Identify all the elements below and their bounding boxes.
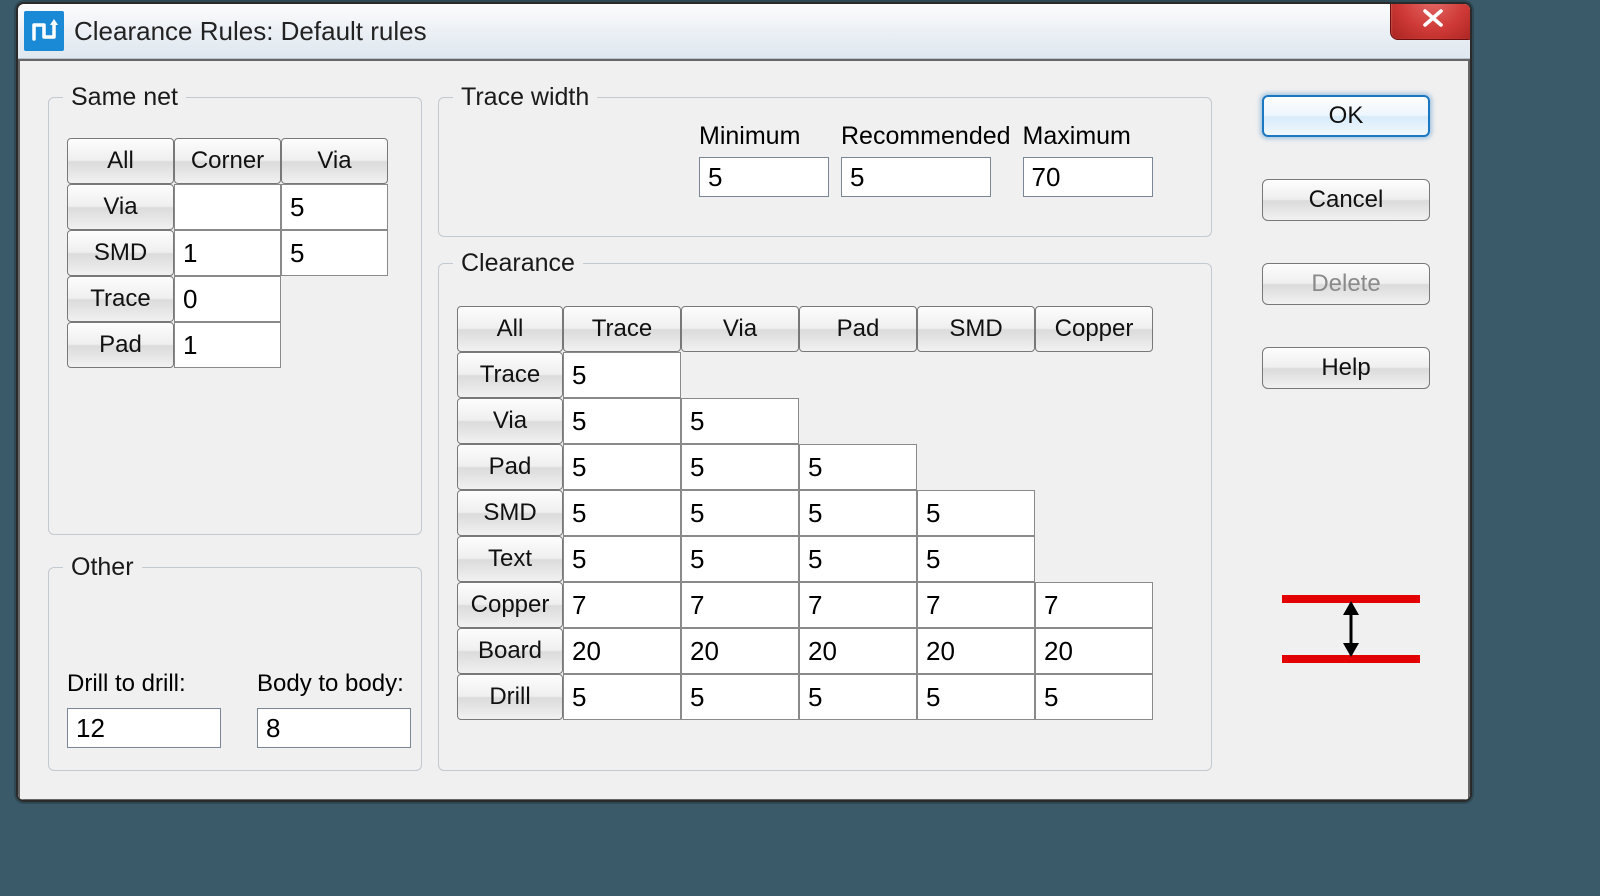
legend-clearance: Clearance bbox=[453, 249, 583, 278]
cl-text-1-input[interactable] bbox=[681, 536, 799, 582]
legend-other: Other bbox=[63, 553, 142, 582]
cl-text-3-input[interactable] bbox=[917, 536, 1035, 582]
cl-board-4-input[interactable] bbox=[1035, 628, 1153, 674]
cl-col-copper-button[interactable]: Copper bbox=[1035, 306, 1153, 352]
ok-button[interactable]: OK bbox=[1262, 95, 1430, 137]
samenet-all-button[interactable]: All bbox=[67, 138, 174, 184]
cl-col-all-button[interactable]: All bbox=[457, 306, 563, 352]
cl-smd-0-input[interactable] bbox=[563, 490, 681, 536]
drill-to-drill-input[interactable] bbox=[67, 708, 221, 748]
body-to-body-input[interactable] bbox=[257, 708, 411, 748]
samenet-trace-row-button[interactable]: Trace bbox=[67, 276, 174, 322]
tw-max-label: Maximum bbox=[1023, 122, 1131, 151]
cl-row-pad-button[interactable]: Pad bbox=[457, 444, 563, 490]
tw-rec-input[interactable] bbox=[841, 157, 991, 197]
tw-max-input[interactable] bbox=[1023, 157, 1153, 197]
samenet-smd-via-input[interactable] bbox=[281, 230, 388, 276]
samenet-via-corner-input[interactable] bbox=[174, 184, 281, 230]
cl-pad-0-input[interactable] bbox=[563, 444, 681, 490]
cl-board-2-input[interactable] bbox=[799, 628, 917, 674]
cl-smd-2-input[interactable] bbox=[799, 490, 917, 536]
samenet-trace-corner-input[interactable] bbox=[174, 276, 281, 322]
cl-board-0-input[interactable] bbox=[563, 628, 681, 674]
cl-drill-3-input[interactable] bbox=[917, 674, 1035, 720]
cl-drill-1-input[interactable] bbox=[681, 674, 799, 720]
samenet-via-col-button[interactable]: Via bbox=[281, 138, 388, 184]
cl-row-via-button[interactable]: Via bbox=[457, 398, 563, 444]
group-other: Other Drill to drill: Body to body: bbox=[48, 553, 422, 771]
cl-row-trace-button[interactable]: Trace bbox=[457, 352, 563, 398]
cl-smd-1-input[interactable] bbox=[681, 490, 799, 536]
samenet-pad-row-button[interactable]: Pad bbox=[67, 322, 174, 368]
title-bar: Clearance Rules: Default rules bbox=[18, 4, 1470, 59]
cl-row-smd-button[interactable]: SMD bbox=[457, 490, 563, 536]
app-icon bbox=[24, 11, 64, 51]
drill-to-drill-label: Drill to drill: bbox=[67, 670, 221, 698]
cl-pad-2-input[interactable] bbox=[799, 444, 917, 490]
client-area: Same net All Corner Via Via SMD bbox=[18, 59, 1470, 801]
close-button[interactable] bbox=[1390, 2, 1472, 40]
cl-row-copper-button[interactable]: Copper bbox=[457, 582, 563, 628]
cl-drill-4-input[interactable] bbox=[1035, 674, 1153, 720]
samenet-smd-corner-input[interactable] bbox=[174, 230, 281, 276]
dialog-window: Clearance Rules: Default rules Same net … bbox=[16, 2, 1472, 802]
window-title: Clearance Rules: Default rules bbox=[74, 16, 427, 47]
group-same-net: Same net All Corner Via Via SMD bbox=[48, 83, 422, 535]
cl-via-0-input[interactable] bbox=[563, 398, 681, 444]
delete-button[interactable]: Delete bbox=[1262, 263, 1430, 305]
cancel-button[interactable]: Cancel bbox=[1262, 179, 1430, 221]
cl-board-3-input[interactable] bbox=[917, 628, 1035, 674]
samenet-pad-corner-input[interactable] bbox=[174, 322, 281, 368]
cl-copper-0-input[interactable] bbox=[563, 582, 681, 628]
samenet-via-via-input[interactable] bbox=[281, 184, 388, 230]
tw-rec-label: Recommended bbox=[841, 122, 1011, 151]
cl-copper-1-input[interactable] bbox=[681, 582, 799, 628]
cl-drill-0-input[interactable] bbox=[563, 674, 681, 720]
cl-col-smd-button[interactable]: SMD bbox=[917, 306, 1035, 352]
cl-board-1-input[interactable] bbox=[681, 628, 799, 674]
help-button[interactable]: Help bbox=[1262, 347, 1430, 389]
cl-text-0-input[interactable] bbox=[563, 536, 681, 582]
samenet-smd-row-button[interactable]: SMD bbox=[67, 230, 174, 276]
body-to-body-label: Body to body: bbox=[257, 670, 411, 698]
samenet-via-row-button[interactable]: Via bbox=[67, 184, 174, 230]
cl-col-pad-button[interactable]: Pad bbox=[799, 306, 917, 352]
cl-copper-3-input[interactable] bbox=[917, 582, 1035, 628]
cl-via-1-input[interactable] bbox=[681, 398, 799, 444]
cl-row-text-button[interactable]: Text bbox=[457, 536, 563, 582]
group-trace-width: Trace width Minimum Recommended Maximum bbox=[438, 83, 1212, 237]
cl-trace-0-input[interactable] bbox=[563, 352, 681, 398]
tw-min-label: Minimum bbox=[699, 122, 800, 151]
cl-smd-3-input[interactable] bbox=[917, 490, 1035, 536]
cl-pad-1-input[interactable] bbox=[681, 444, 799, 490]
cl-col-via-button[interactable]: Via bbox=[681, 306, 799, 352]
cl-copper-4-input[interactable] bbox=[1035, 582, 1153, 628]
cl-text-2-input[interactable] bbox=[799, 536, 917, 582]
legend-trace-width: Trace width bbox=[453, 83, 597, 112]
legend-same-net: Same net bbox=[63, 83, 186, 112]
cl-drill-2-input[interactable] bbox=[799, 674, 917, 720]
cl-row-board-button[interactable]: Board bbox=[457, 628, 563, 674]
cl-row-drill-button[interactable]: Drill bbox=[457, 674, 563, 720]
group-clearance: Clearance All Trace Via Pad SMD Copper T… bbox=[438, 249, 1212, 771]
clearance-graphic-icon bbox=[1276, 589, 1426, 669]
cl-col-trace-button[interactable]: Trace bbox=[563, 306, 681, 352]
tw-min-input[interactable] bbox=[699, 157, 829, 197]
samenet-corner-button[interactable]: Corner bbox=[174, 138, 281, 184]
cl-copper-2-input[interactable] bbox=[799, 582, 917, 628]
